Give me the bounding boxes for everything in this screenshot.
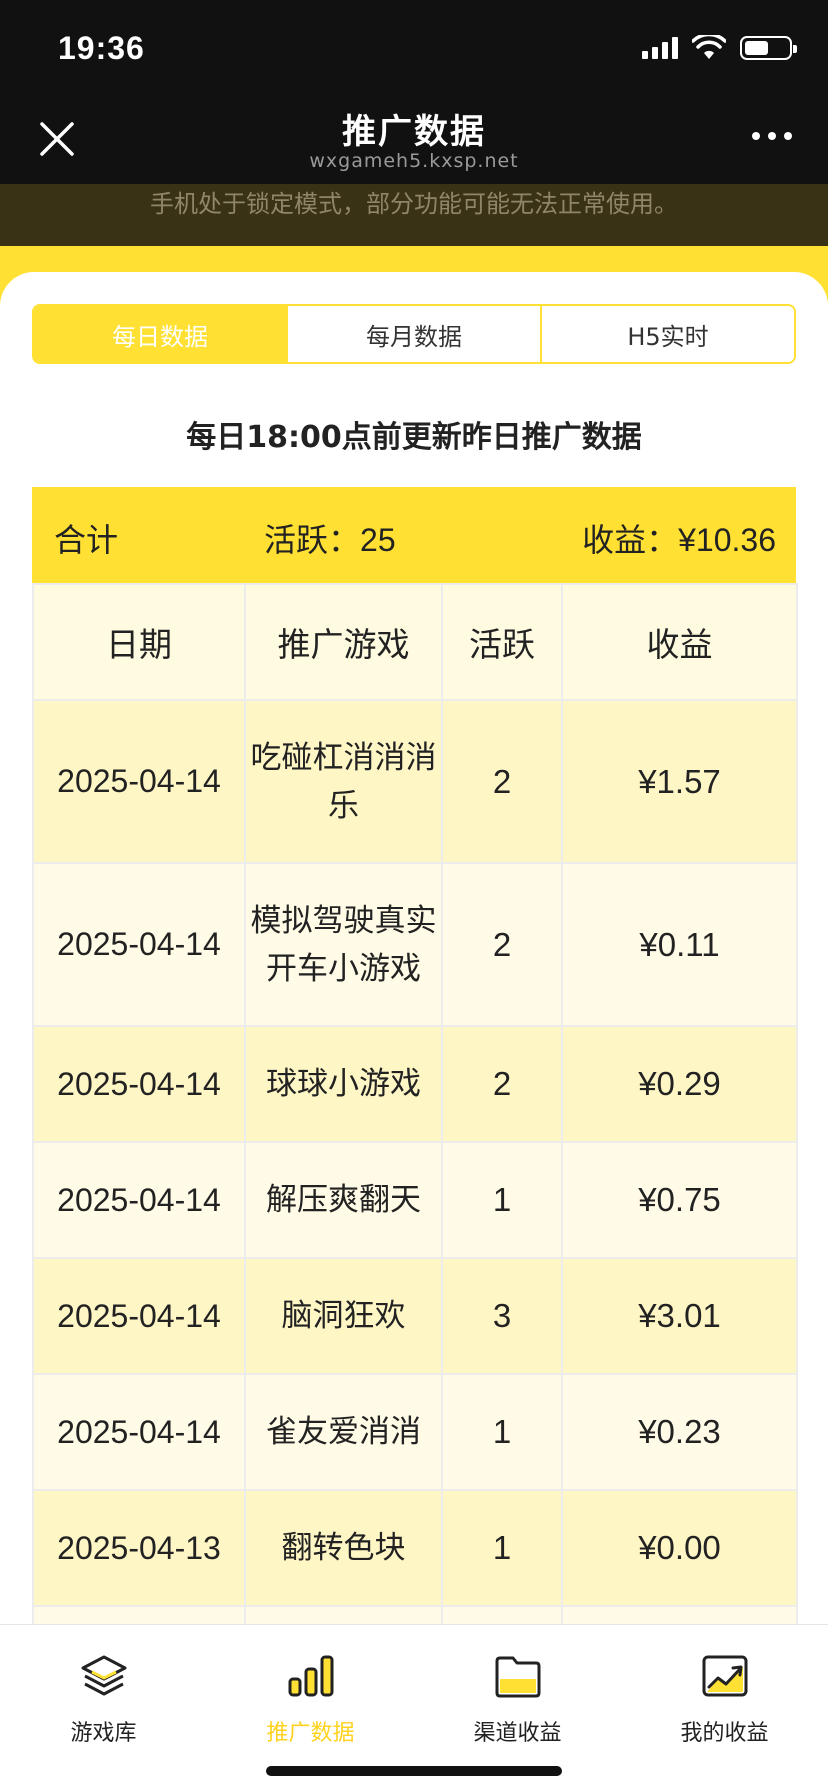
game-name-line: 模拟驾驶真实	[250, 902, 437, 939]
table-row: 2025-04-14 雀友爱消消 1 ¥0.23	[32, 1373, 798, 1491]
cell-date: 2025-04-14	[32, 862, 246, 1027]
cell-income: ¥1.57	[561, 699, 798, 864]
cell-date: 2025-04-14	[32, 1373, 246, 1491]
tabbar-item-game-library[interactable]: 游戏库	[0, 1637, 207, 1747]
cellular-signal-icon	[642, 37, 678, 59]
cell-date: 2025-04-14	[32, 1025, 246, 1143]
promotion-table: 日期 推广游戏 活跃 收益 2025-04-14 吃碰杠消消消乐 2 ¥1.57…	[32, 583, 798, 1723]
cell-game: 脑洞狂欢	[244, 1257, 443, 1375]
cell-active: 2	[441, 699, 563, 864]
summary-total-label: 合计	[54, 521, 119, 559]
cell-income: ¥0.29	[561, 1025, 798, 1143]
game-name-line: 开车小游戏	[266, 950, 421, 987]
cell-active: 1	[441, 1489, 563, 1607]
cell-game: 雀友爱消消	[244, 1373, 443, 1491]
summary-income-value: ¥10.36	[678, 522, 776, 558]
table-row: 2025-04-14 脑洞狂欢 3 ¥3.01	[32, 1257, 798, 1375]
cell-income: ¥0.23	[561, 1373, 798, 1491]
summary-active: 活跃：25	[264, 515, 396, 561]
cell-date: 2025-04-14	[32, 699, 246, 864]
column-header-date: 日期	[32, 583, 246, 701]
tabbar-label: 我的收益	[680, 1721, 769, 1746]
cell-date: 2025-04-14	[32, 1141, 246, 1259]
tab-monthly[interactable]: 每月数据	[288, 306, 542, 362]
table-row: 2025-04-14 吃碰杠消消消乐 2 ¥1.57	[32, 699, 798, 864]
cell-active: 2	[441, 862, 563, 1027]
page-title: 推广数据	[342, 112, 486, 152]
table-row: 2025-04-14 模拟驾驶真实 开车小游戏 2 ¥0.11	[32, 862, 798, 1027]
trend-chart-icon	[702, 1655, 747, 1697]
cell-income: ¥3.01	[561, 1257, 798, 1375]
tabbar-label: 游戏库	[70, 1721, 137, 1746]
folder-icon	[495, 1656, 540, 1698]
summary-active-label: 活跃：	[264, 521, 361, 559]
layers-icon	[81, 1655, 126, 1696]
bar-chart-icon	[288, 1655, 333, 1697]
top-bar: 19:36 推广数据 wxgameh5.kxsp.net	[0, 0, 828, 184]
table-row: 2025-04-14 球球小游戏 2 ¥0.29	[32, 1025, 798, 1143]
tabbar-label: 推广数据	[266, 1721, 355, 1746]
tabbar-item-promotion-data[interactable]: 推广数据	[207, 1637, 414, 1747]
summary-income: 收益：¥10.36	[582, 515, 776, 561]
summary-active-value: 25	[360, 522, 396, 558]
cell-game: 球球小游戏	[244, 1025, 443, 1143]
update-caption: 每日18:00点前更新昨日推广数据	[186, 420, 642, 455]
cell-income: ¥0.00	[561, 1489, 798, 1607]
tab-h5-realtime[interactable]: H5实时	[542, 306, 794, 362]
lock-mode-notice: 手机处于锁定模式，部分功能可能无法正常使用。	[0, 184, 828, 246]
cell-income: ¥0.75	[561, 1141, 798, 1259]
game-name-line: 吃碰杠消消消	[250, 739, 437, 776]
tab-daily[interactable]: 每日数据	[34, 306, 288, 362]
status-icons	[642, 34, 797, 62]
cell-income: ¥0.11	[561, 862, 798, 1027]
table-header-row: 日期 推广游戏 活跃 收益	[32, 583, 798, 701]
cell-active: 1	[441, 1141, 563, 1259]
cell-active: 2	[441, 1025, 563, 1143]
cell-game: 解压爽翻天	[244, 1141, 443, 1259]
table-row: 2025-04-13 翻转色块 1 ¥0.00	[32, 1489, 798, 1607]
tabbar-item-my-income[interactable]: 我的收益	[621, 1637, 828, 1747]
summary-income-label: 收益：	[582, 521, 679, 559]
cell-date: 2025-04-13	[32, 1489, 246, 1607]
more-options-icon[interactable]	[752, 132, 792, 140]
cell-game: 吃碰杠消消消乐	[244, 699, 443, 864]
cell-active: 3	[441, 1257, 563, 1375]
wifi-icon	[692, 35, 726, 59]
home-indicator[interactable]	[266, 1766, 562, 1776]
cell-game: 模拟驾驶真实 开车小游戏	[244, 862, 443, 1027]
cell-game: 翻转色块	[244, 1489, 443, 1607]
column-header-income: 收益	[561, 583, 798, 701]
tabbar-item-channel-income[interactable]: 渠道收益	[414, 1637, 621, 1747]
tabbar-label: 渠道收益	[473, 1721, 562, 1746]
cell-active: 1	[441, 1373, 563, 1491]
table-row: 2025-04-14 解压爽翻天 1 ¥0.75	[32, 1141, 798, 1259]
column-header-active: 活跃	[441, 583, 563, 701]
battery-icon	[740, 36, 797, 60]
page-domain: wxgameh5.kxsp.net	[309, 150, 519, 172]
game-name-line: 乐	[328, 787, 359, 824]
summary-bar: 合计 活跃：25 收益：¥10.36	[32, 487, 796, 583]
status-time: 19:36	[58, 30, 145, 66]
data-tabs: 每日数据 每月数据 H5实时	[32, 304, 796, 364]
cell-date: 2025-04-14	[32, 1257, 246, 1375]
content-card: 每日数据 每月数据 H5实时 每日18:00点前更新昨日推广数据 合计 活跃：2…	[0, 272, 828, 1723]
column-header-game: 推广游戏	[244, 583, 443, 701]
